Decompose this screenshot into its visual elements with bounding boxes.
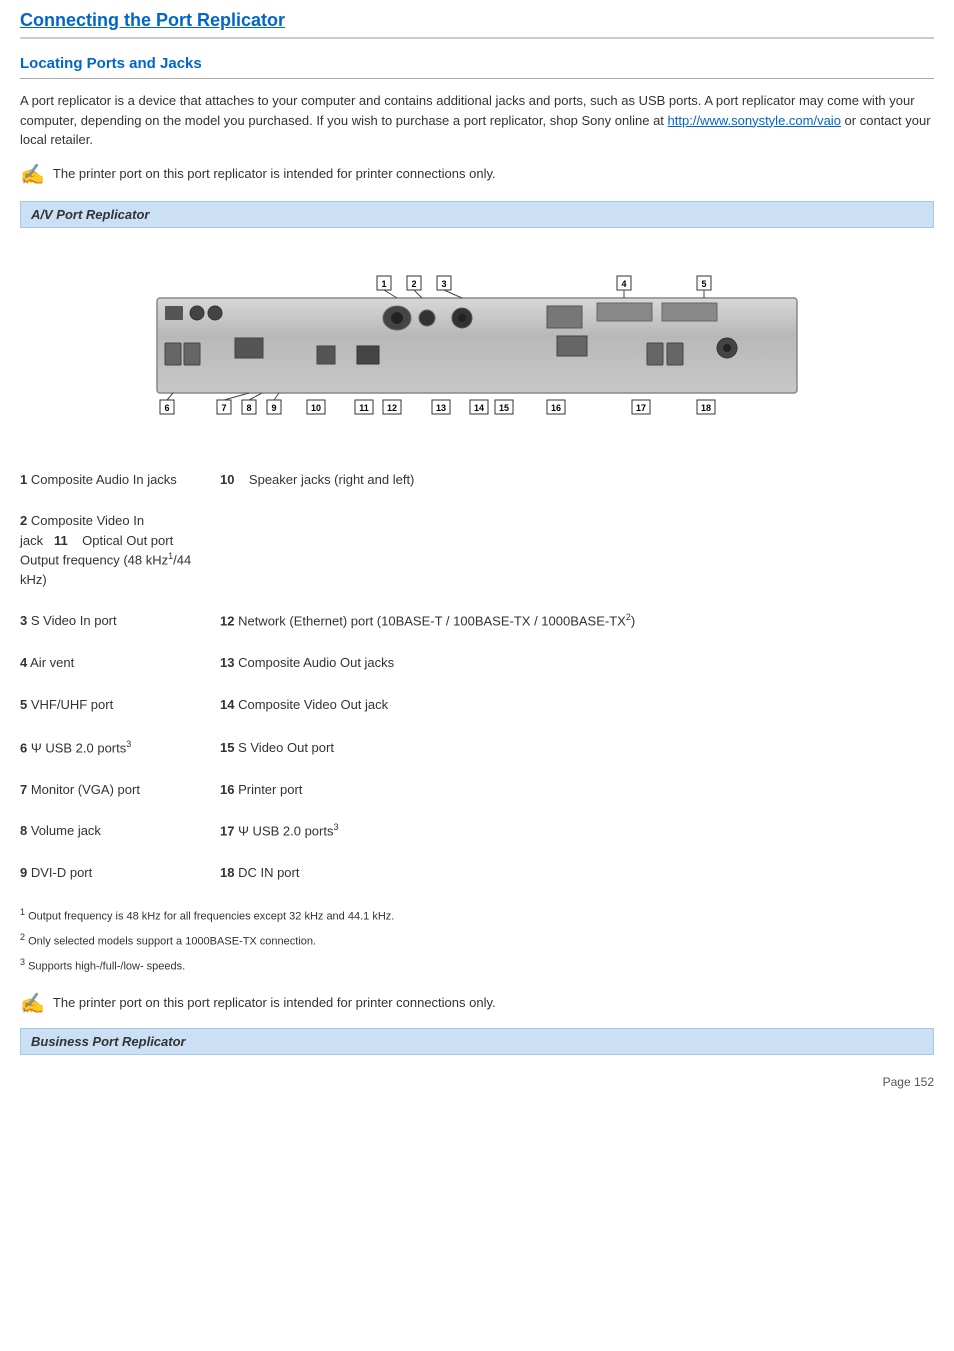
port-num-18: 18 xyxy=(220,865,234,880)
port-left-1: 1 Composite Audio In jacks xyxy=(20,470,220,490)
port-left-3: 3 S Video In port xyxy=(20,611,220,631)
business-port-header: Business Port Replicator xyxy=(20,1028,934,1055)
svg-text:11: 11 xyxy=(359,403,369,413)
port-left-7: 7 Monitor (VGA) port xyxy=(20,780,220,800)
intro-paragraph: A port replicator is a device that attac… xyxy=(20,91,934,150)
port-num-17: 17 xyxy=(220,824,234,839)
port-left-8: 8 Volume jack xyxy=(20,821,220,841)
svg-text:18: 18 xyxy=(701,403,711,413)
port-num-12: 12 xyxy=(220,614,234,629)
svg-text:17: 17 xyxy=(636,403,646,413)
svg-text:10: 10 xyxy=(311,403,321,413)
port-left-2: 2 Composite Video In jack 11 Optical Out… xyxy=(20,511,220,589)
svg-text:14: 14 xyxy=(474,403,484,413)
port-diagram-svg: 1 2 3 4 5 6 7 8 9 10 11 12 xyxy=(87,238,867,448)
port-num-15: 15 xyxy=(220,740,234,755)
port-left-4: 4 Air vent xyxy=(20,653,220,673)
svg-text:13: 13 xyxy=(436,403,446,413)
port-right-18: 18 DC IN port xyxy=(220,863,934,883)
note-icon-2: ✍ xyxy=(20,991,45,1016)
port-right-15: 15 S Video Out port xyxy=(220,738,934,758)
svg-text:12: 12 xyxy=(387,403,397,413)
port-num-14: 14 xyxy=(220,697,234,712)
port-num-5: 5 xyxy=(20,697,27,712)
svg-text:8: 8 xyxy=(246,403,251,413)
svg-text:3: 3 xyxy=(441,279,446,289)
port-row-1: 1 Composite Audio In jacks 10 Speaker ja… xyxy=(20,464,934,496)
port-right-12: 12 Network (Ethernet) port (10BASE-T / 1… xyxy=(220,611,934,631)
note-icon-1: ✍ xyxy=(20,162,45,187)
svg-text:9: 9 xyxy=(271,403,276,413)
port-row-5: 5 VHF/UHF port 14 Composite Video Out ja… xyxy=(20,689,934,721)
port-left-9: 9 DVI-D port xyxy=(20,863,220,883)
note-box-2: ✍ The printer port on this port replicat… xyxy=(20,993,934,1016)
port-row-4: 4 Air vent 13 Composite Audio Out jacks xyxy=(20,647,934,679)
sony-link[interactable]: http://www.sonystyle.com/vaio xyxy=(668,113,841,128)
svg-text:7: 7 xyxy=(221,403,226,413)
section-divider xyxy=(20,78,934,79)
port-row-3: 3 S Video In port 12 Network (Ethernet) … xyxy=(20,605,934,637)
svg-text:4: 4 xyxy=(621,279,626,289)
port-right-10: 10 Speaker jacks (right and left) xyxy=(220,470,934,490)
port-num-2: 2 xyxy=(20,513,27,528)
port-num-4: 4 xyxy=(20,655,27,670)
port-right-17: 17 Ψ USB 2.0 ports3 xyxy=(220,821,934,841)
note-text-1: The printer port on this port replicator… xyxy=(53,164,496,184)
port-left-5: 5 VHF/UHF port xyxy=(20,695,220,715)
port-right-16: 16 Printer port xyxy=(220,780,934,800)
footnote-1: 1 Output frequency is 48 kHz for all fre… xyxy=(20,905,934,926)
port-num-9: 9 xyxy=(20,865,27,880)
port-row-9: 9 DVI-D port 18 DC IN port xyxy=(20,857,934,889)
top-divider xyxy=(20,37,934,39)
port-num-3: 3 xyxy=(20,613,27,628)
av-port-header: A/V Port Replicator xyxy=(20,201,934,228)
port-num-6: 6 xyxy=(20,740,27,755)
port-row-8: 8 Volume jack 17 Ψ USB 2.0 ports3 xyxy=(20,815,934,847)
port-descriptions: 1 Composite Audio In jacks 10 Speaker ja… xyxy=(20,464,934,889)
page-number: Page 152 xyxy=(20,1075,934,1089)
svg-text:16: 16 xyxy=(551,403,561,413)
svg-text:6: 6 xyxy=(164,403,169,413)
page-title: Connecting the Port Replicator xyxy=(20,10,934,31)
port-num-7: 7 xyxy=(20,782,27,797)
svg-text:15: 15 xyxy=(499,403,509,413)
port-row-6: 6 Ψ USB 2.0 ports3 15 S Video Out port xyxy=(20,732,934,764)
port-num-8: 8 xyxy=(20,823,27,838)
port-num-10: 10 xyxy=(220,472,234,487)
port-num-13: 13 xyxy=(220,655,234,670)
section-title: Locating Ports and Jacks xyxy=(20,55,934,72)
port-left-6: 6 Ψ USB 2.0 ports3 xyxy=(20,738,220,758)
port-row-2: 2 Composite Video In jack 11 Optical Out… xyxy=(20,505,934,595)
port-right-14: 14 Composite Video Out jack xyxy=(220,695,934,715)
port-num-16: 16 xyxy=(220,782,234,797)
port-num-1: 1 xyxy=(20,472,27,487)
footnote-section: 1 Output frequency is 48 kHz for all fre… xyxy=(20,905,934,977)
svg-text:1: 1 xyxy=(381,279,386,289)
svg-text:5: 5 xyxy=(701,279,706,289)
footnote-2: 2 Only selected models support a 1000BAS… xyxy=(20,930,934,951)
svg-text:2: 2 xyxy=(411,279,416,289)
note-box-1: ✍ The printer port on this port replicat… xyxy=(20,164,934,187)
port-row-7: 7 Monitor (VGA) port 16 Printer port xyxy=(20,774,934,806)
note-text-2: The printer port on this port replicator… xyxy=(53,993,496,1013)
port-right-13: 13 Composite Audio Out jacks xyxy=(220,653,934,673)
footnote-3: 3 Supports high-/full-/low- speeds. xyxy=(20,955,934,976)
port-diagram-container: 1 2 3 4 5 6 7 8 9 10 11 12 xyxy=(20,238,934,448)
